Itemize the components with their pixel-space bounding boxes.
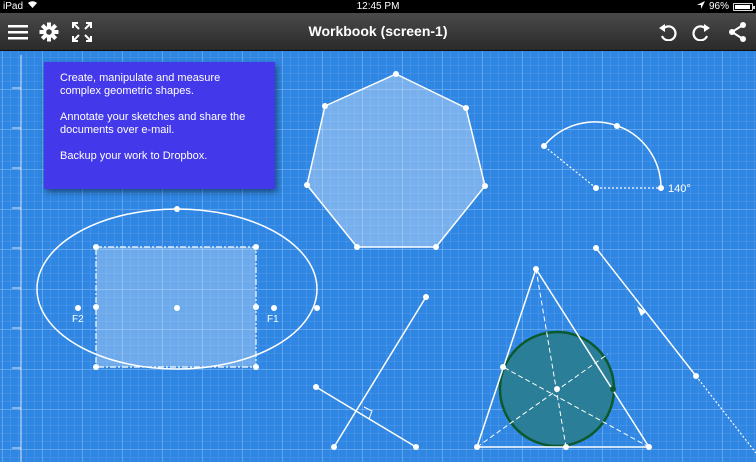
status-bar: iPad 12:45 PM 96% [0,0,756,13]
info-panel: Create, manipulate and measure complex g… [44,62,275,189]
arc-angle-shape[interactable] [541,121,664,191]
info-line-backup: Backup your work to Dropbox. [60,150,208,162]
vertical-ruler [12,55,22,462]
undo-icon [659,24,677,41]
share-icon [729,22,746,42]
battery-icon [733,2,755,11]
ray-shape[interactable] [593,245,756,454]
document-title: Workbook (screen-1) [308,23,448,39]
clock: 12:45 PM [356,1,400,12]
triangle-incircle-shape[interactable] [474,266,652,450]
info-line-create: Create, manipulate and measure complex g… [60,72,221,97]
ellipse-shape[interactable] [36,206,320,370]
focus-label-left: F2 [72,314,84,325]
focus-label-right: F1 [267,314,279,325]
share-button[interactable] [726,20,750,44]
heptagon-shape[interactable] [304,71,488,250]
redo-icon [692,24,710,41]
redo-button[interactable] [689,20,713,44]
toolbar: Workbook (screen-1) [0,13,756,51]
location-icon [696,0,705,13]
perpendicular-lines-shape[interactable] [313,294,429,450]
arc-angle-label: 140° [668,183,691,195]
battery-percent: 96% [708,1,729,12]
drawing-canvas[interactable]: 140° F2 F1 Create, manipulate and measur… [0,51,756,462]
undo-button[interactable] [656,20,680,44]
info-line-annotate: Annotate your sketches and share the doc… [60,111,246,136]
